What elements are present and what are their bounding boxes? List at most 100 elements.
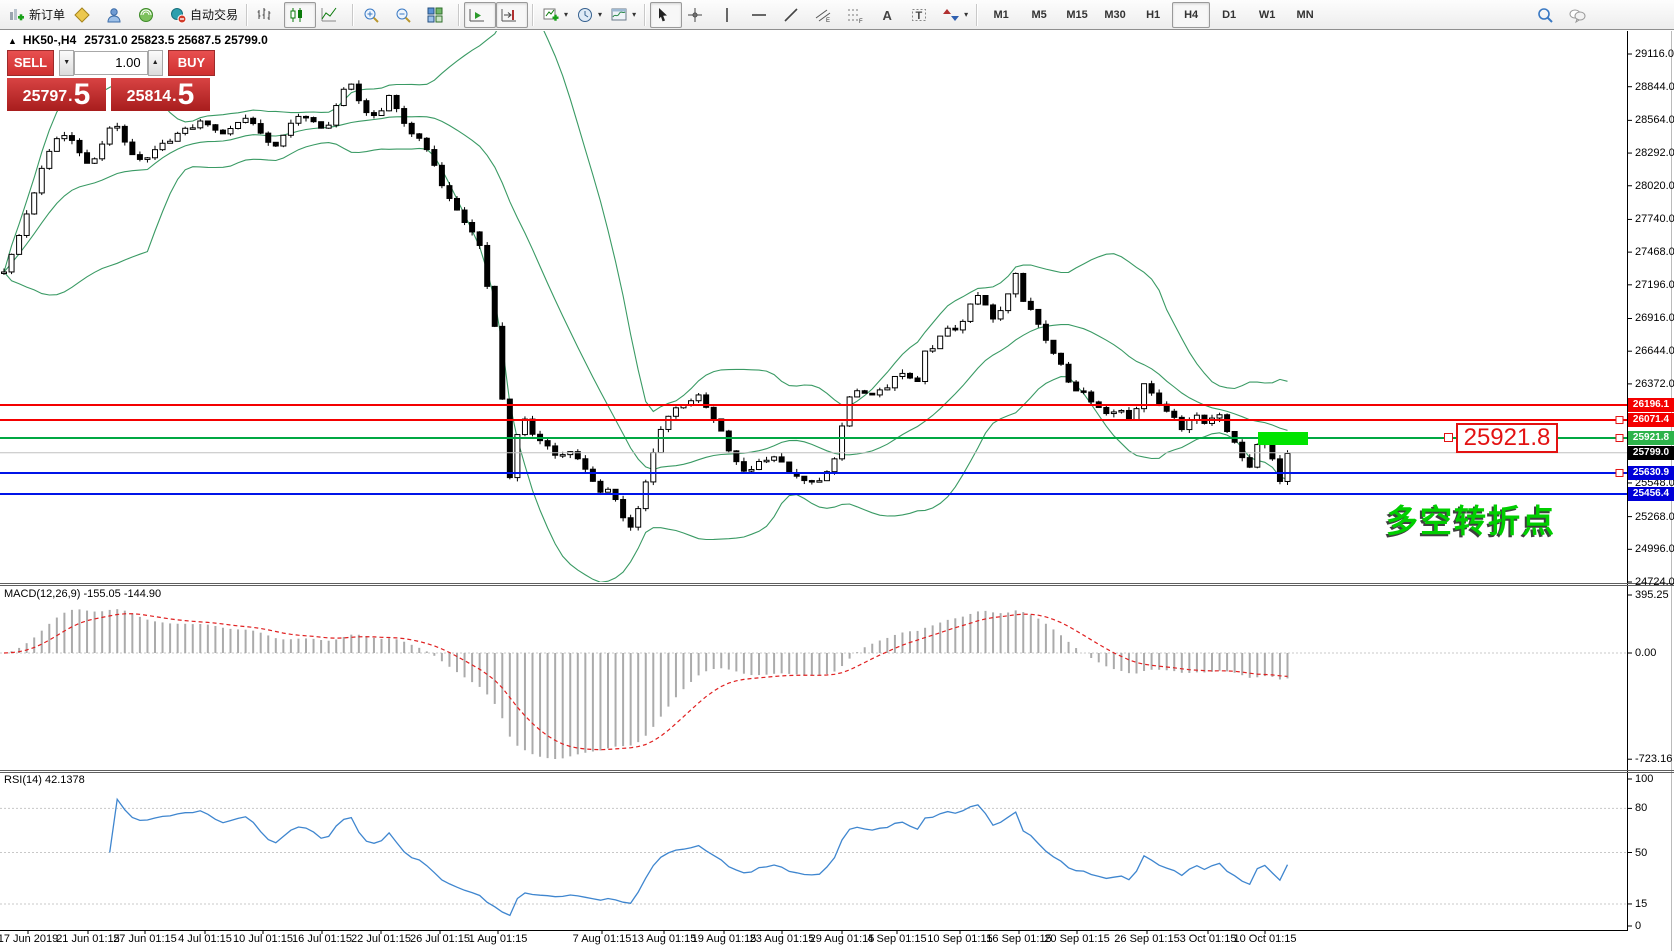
time-axis-label: 3 Oct 01:15 (1180, 933, 1237, 945)
timeframe-button-M1[interactable]: M1 (982, 2, 1020, 28)
price-axis-label: 395.25 (1635, 589, 1669, 601)
toolbar-button-line-chart[interactable] (316, 2, 348, 28)
timeframe-button-M30[interactable]: M30 (1096, 2, 1134, 28)
volume-decrease-button[interactable]: ▼ (59, 50, 74, 76)
bull-candle (1013, 273, 1018, 293)
channel-icon: E (814, 6, 832, 24)
price-axis-label: 28020.0 (1635, 180, 1674, 192)
timeframe-button-M5[interactable]: M5 (1020, 2, 1058, 28)
toolbar-button-chat[interactable] (1564, 2, 1596, 28)
bear-candle (273, 142, 278, 146)
timeframe-button-H1[interactable]: H1 (1134, 2, 1172, 28)
rsi-panel-separator[interactable] (0, 770, 1674, 771)
zoom-in-icon (362, 6, 380, 24)
bear-candle (364, 101, 369, 113)
timeframe-button-W1[interactable]: W1 (1248, 2, 1286, 28)
toolbar-button-autoscroll[interactable] (464, 2, 496, 28)
toolbar-button-search[interactable] (1532, 2, 1564, 28)
bull-candle (930, 349, 935, 351)
bull-candle (47, 151, 52, 168)
autoscroll-icon (468, 6, 486, 24)
bull-candle (288, 123, 293, 135)
bull-candle (9, 254, 14, 272)
rsi-panel (0, 799, 1627, 915)
toolbar-group-scroll (464, 0, 528, 30)
toolbar-button-hline[interactable] (746, 2, 778, 28)
timeframe-button-H4[interactable]: H4 (1172, 2, 1210, 28)
bull-candle (160, 143, 165, 149)
sell-button[interactable]: SELL (7, 50, 54, 76)
timeframe-button-D1[interactable]: D1 (1210, 2, 1248, 28)
toolbar-button-chart-shift[interactable] (496, 2, 528, 28)
bear-candle (953, 328, 958, 330)
toolbar-button-channel[interactable]: E (810, 2, 842, 28)
highlight-rectangle[interactable] (1258, 432, 1308, 445)
bear-candle (130, 142, 135, 155)
toolbar-button-text[interactable]: A (874, 2, 906, 28)
timeframe-button-MN[interactable]: MN (1286, 2, 1324, 28)
price-axis-label: 27740.0 (1635, 213, 1674, 225)
bear-candle (1028, 301, 1033, 309)
bull-candle (998, 311, 1003, 319)
toolbar-button-vline[interactable] (714, 2, 746, 28)
ohlc-values: 25731.0 25823.5 25687.5 25799.0 (84, 33, 268, 47)
price-axis-label: 28292.0 (1635, 147, 1674, 159)
toolbar-button-zoom-out[interactable] (390, 2, 422, 28)
bear-candle (862, 391, 867, 394)
bull-candle (236, 122, 241, 128)
toolbar-button-periods[interactable]: ▾ (572, 2, 606, 28)
rsi-panel-separator-line2 (0, 772, 1674, 773)
toolbar-button-new-chart[interactable]: ▾ (538, 2, 572, 28)
callout-anchor-marker[interactable] (1444, 433, 1453, 442)
toolbar-button-metaeditor[interactable] (69, 2, 101, 28)
bull-candle (817, 481, 822, 483)
time-axis-label: 19 Aug 01:15 (692, 933, 757, 945)
rsi-line[interactable] (110, 799, 1288, 915)
collapse-panel-icon[interactable]: ▲ (8, 36, 17, 46)
bull-candle (975, 296, 980, 305)
price-callout[interactable]: 25921.8 (1456, 423, 1558, 453)
price-axis-label: 29116.0 (1635, 48, 1674, 60)
bear-candle (590, 469, 595, 481)
bear-candle (371, 113, 376, 116)
toolbar-button-cursor[interactable] (650, 2, 682, 28)
toolbar-button-templates[interactable]: ▾ (606, 2, 640, 28)
bull-candle (198, 121, 203, 128)
toolbar-button-zoom-in[interactable] (358, 2, 390, 28)
bear-candle (545, 441, 550, 446)
macd-panel-separator[interactable] (0, 583, 1674, 584)
volume-increase-button[interactable]: ▲ (148, 50, 163, 76)
sell-price-dot: . (68, 84, 72, 110)
sell-price[interactable]: 25797 . 5 (7, 78, 106, 111)
bull-candle (1111, 412, 1116, 414)
toolbar-button-autotrading[interactable]: 自动交易 (165, 2, 242, 28)
timeframe-button-M15[interactable]: M15 (1058, 2, 1096, 28)
templates-icon (610, 6, 628, 24)
buy-price[interactable]: 25814 . 5 (111, 78, 210, 111)
bear-candle (470, 222, 475, 231)
volume-input[interactable]: 1.00 (74, 51, 147, 75)
toolbar-button-signals[interactable] (133, 2, 165, 28)
toolbar-group-windows: ▾▾▾ (538, 0, 640, 30)
toolbar-button-tile-windows[interactable] (422, 2, 454, 28)
bear-candle (500, 326, 505, 399)
toolbar-button-trendline[interactable] (778, 2, 810, 28)
toolbar-button-arrows[interactable]: ▾ (938, 2, 972, 28)
toolbar-button-fibonacci[interactable]: F (842, 2, 874, 28)
buy-button[interactable]: BUY (168, 50, 215, 76)
bollinger-lower-band[interactable] (4, 143, 1288, 583)
bollinger-middle-band[interactable] (4, 117, 1288, 470)
bear-candle (356, 84, 361, 101)
bull-candle (1217, 415, 1222, 418)
toolbar-button-new-order[interactable]: 新订单 (4, 2, 69, 28)
toolbar-button-crosshair[interactable] (682, 2, 714, 28)
chinese-annotation[interactable]: 多空转折点 (1386, 496, 1556, 542)
bull-candle (1119, 410, 1124, 412)
toolbar-button-profile[interactable] (101, 2, 133, 28)
toolbar-button-candles[interactable] (284, 2, 316, 28)
profile-icon (105, 6, 123, 24)
bear-candle (621, 500, 626, 518)
toolbar-button-bars[interactable] (252, 2, 284, 28)
dropdown-caret-icon: ▾ (964, 10, 968, 19)
toolbar-button-label[interactable]: T (906, 2, 938, 28)
